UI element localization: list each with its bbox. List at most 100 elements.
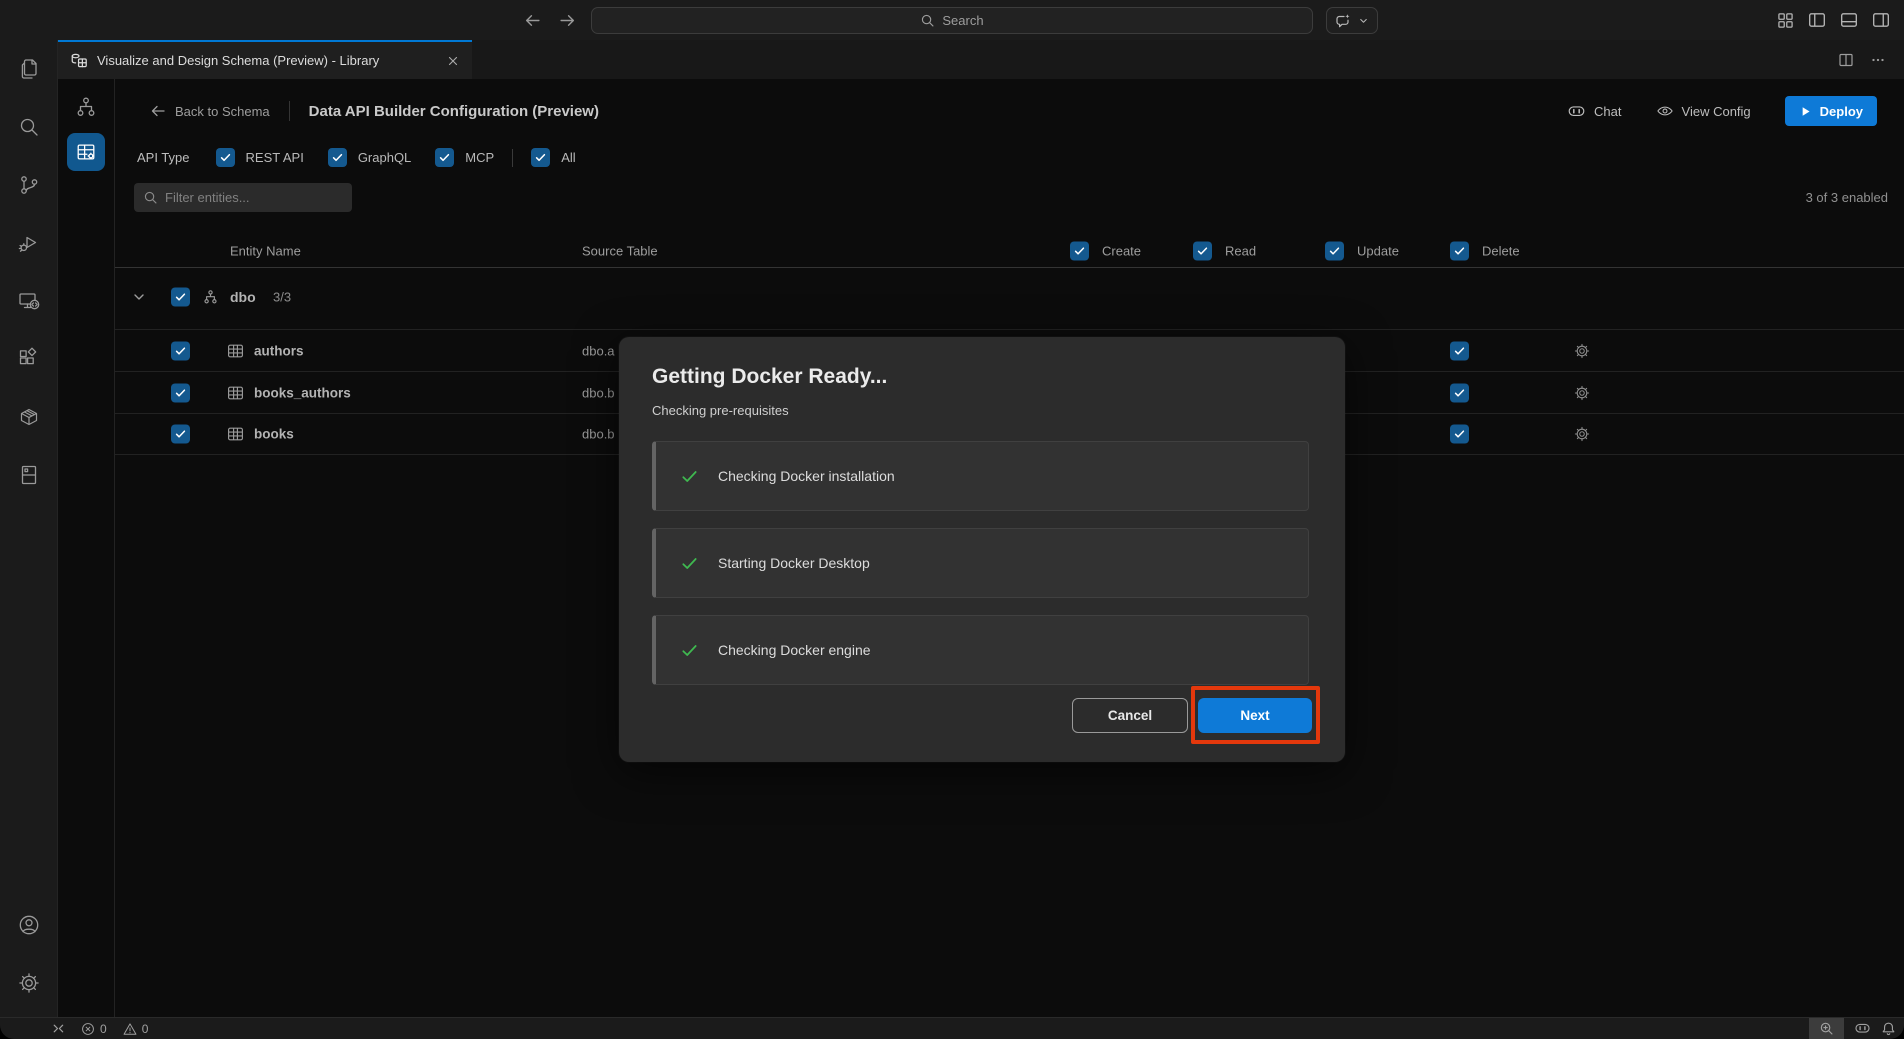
- forward-arrow-icon[interactable]: [559, 12, 576, 29]
- table-icon: [227, 384, 244, 401]
- schema-visualize-icon[interactable]: [74, 95, 98, 119]
- account-icon[interactable]: [17, 913, 41, 937]
- delete-checkbox[interactable]: [1450, 383, 1469, 402]
- update-label: Update: [1357, 243, 1399, 258]
- delete-checkbox[interactable]: [1450, 341, 1469, 360]
- status-bar: 0 0: [0, 1017, 1904, 1039]
- filter-entities-input[interactable]: [134, 183, 352, 212]
- window-layout-controls: [1777, 0, 1890, 40]
- back-arrow-icon: [150, 103, 166, 119]
- explorer-icon[interactable]: [17, 57, 41, 81]
- close-icon[interactable]: [446, 54, 460, 68]
- chevron-down-icon[interactable]: [131, 289, 147, 305]
- delete-checkbox[interactable]: [1450, 425, 1469, 444]
- api-type-filter: API Type REST API GraphQL MCP All: [137, 143, 576, 172]
- split-editor-icon[interactable]: [1838, 52, 1854, 68]
- warnings-status[interactable]: 0: [123, 1022, 149, 1036]
- row-select-checkbox[interactable]: [171, 383, 190, 402]
- table-icon: [227, 342, 244, 359]
- deploy-button[interactable]: Deploy: [1785, 96, 1877, 126]
- read-all-checkbox[interactable]: [1193, 241, 1212, 260]
- cancel-button[interactable]: Cancel: [1072, 698, 1188, 733]
- copilot-chat-button[interactable]: [1326, 7, 1378, 34]
- delete-all-checkbox[interactable]: [1450, 241, 1469, 260]
- toggle-primary-sidebar-icon[interactable]: [1808, 11, 1826, 29]
- all-checkbox[interactable]: [531, 148, 550, 167]
- filter-entities-field: [134, 183, 352, 212]
- remote-explorer-icon[interactable]: [17, 289, 41, 313]
- col-delete: Delete: [1450, 241, 1520, 260]
- delete-label: Delete: [1482, 243, 1520, 258]
- more-actions-icon[interactable]: [1870, 52, 1886, 68]
- settings-gear-icon[interactable]: [17, 971, 41, 995]
- copilot-status-icon[interactable]: [1854, 1020, 1871, 1037]
- back-arrow-icon[interactable]: [524, 12, 541, 29]
- copilot-icon: [1567, 102, 1586, 121]
- all-option[interactable]: All: [531, 148, 575, 167]
- toggle-panel-icon[interactable]: [1840, 11, 1858, 29]
- dab-config-icon-selected[interactable]: [67, 133, 105, 171]
- group-select-checkbox[interactable]: [171, 288, 190, 307]
- source-control-icon[interactable]: [17, 173, 41, 197]
- col-entity-name: Entity Name: [230, 243, 301, 258]
- notifications-bell-icon[interactable]: [1881, 1021, 1896, 1036]
- schema-icon: [202, 289, 219, 306]
- search-activity-icon[interactable]: [17, 115, 41, 139]
- chat-button[interactable]: Chat: [1567, 102, 1621, 121]
- row-select-checkbox[interactable]: [171, 425, 190, 444]
- back-to-schema-link[interactable]: Back to Schema: [150, 103, 270, 119]
- update-all-checkbox[interactable]: [1325, 241, 1344, 260]
- source-table-value: dbo.a: [582, 343, 615, 358]
- extensions-icon[interactable]: [17, 347, 41, 371]
- page-title: Data API Builder Configuration (Preview): [309, 103, 599, 120]
- col-source-table: Source Table: [582, 243, 658, 258]
- next-button[interactable]: Next: [1198, 698, 1312, 733]
- entity-settings-gear-icon[interactable]: [1573, 384, 1591, 402]
- remote-indicator-icon[interactable]: [50, 1021, 65, 1036]
- dialog-title: Getting Docker Ready...: [652, 365, 887, 389]
- run-debug-icon[interactable]: [17, 231, 41, 255]
- schema-group-row-dbo[interactable]: dbo 3/3: [115, 275, 1904, 319]
- entity-name: books_authors: [254, 385, 351, 400]
- errors-status[interactable]: 0: [81, 1022, 107, 1036]
- page-header: Back to Schema Data API Builder Configur…: [115, 91, 1904, 131]
- back-label: Back to Schema: [175, 104, 270, 119]
- play-icon: [1799, 105, 1812, 118]
- create-label: Create: [1102, 243, 1141, 258]
- customize-layout-icon[interactable]: [1777, 12, 1794, 29]
- rest-api-option[interactable]: REST API: [216, 148, 304, 167]
- graphql-checkbox[interactable]: [328, 148, 347, 167]
- command-center-search[interactable]: Search: [591, 7, 1313, 34]
- header-actions: Chat View Config Deploy: [1567, 96, 1877, 126]
- eye-icon: [1656, 102, 1674, 120]
- entity-settings-gear-icon[interactable]: [1573, 342, 1591, 360]
- vscode-window: Search Visualize and Design Schema (Prev…: [0, 0, 1904, 1039]
- check-icon: [680, 467, 699, 486]
- row-select-checkbox[interactable]: [171, 341, 190, 360]
- error-icon: [81, 1022, 95, 1036]
- api-type-label: API Type: [137, 150, 190, 165]
- create-all-checkbox[interactable]: [1070, 241, 1089, 260]
- copilot-chat-icon: [1335, 13, 1351, 29]
- entity-settings-gear-icon[interactable]: [1573, 425, 1591, 443]
- tabstrip: Visualize and Design Schema (Preview) - …: [58, 40, 1904, 79]
- view-config-button[interactable]: View Config: [1656, 102, 1751, 120]
- zoom-status-item[interactable]: [1809, 1018, 1844, 1039]
- search-icon: [920, 13, 935, 28]
- tab-visualize-schema[interactable]: Visualize and Design Schema (Preview) - …: [58, 40, 472, 79]
- toggle-secondary-sidebar-icon[interactable]: [1872, 11, 1890, 29]
- docker-container-icon[interactable]: [17, 405, 41, 429]
- rest-api-checkbox[interactable]: [216, 148, 235, 167]
- warning-count: 0: [142, 1022, 149, 1036]
- graphql-option[interactable]: GraphQL: [328, 148, 411, 167]
- mcp-option[interactable]: MCP: [435, 148, 494, 167]
- search-placeholder-text: Search: [942, 13, 983, 28]
- dialog-subtitle: Checking pre-requisites: [652, 403, 789, 418]
- step-docker-installation: Checking Docker installation: [652, 441, 1309, 511]
- group-count: 3/3: [273, 290, 291, 305]
- view-config-label: View Config: [1682, 104, 1751, 119]
- col-create: Create: [1070, 241, 1141, 260]
- mcp-label: MCP: [465, 150, 494, 165]
- database-projects-icon[interactable]: [17, 463, 41, 487]
- mcp-checkbox[interactable]: [435, 148, 454, 167]
